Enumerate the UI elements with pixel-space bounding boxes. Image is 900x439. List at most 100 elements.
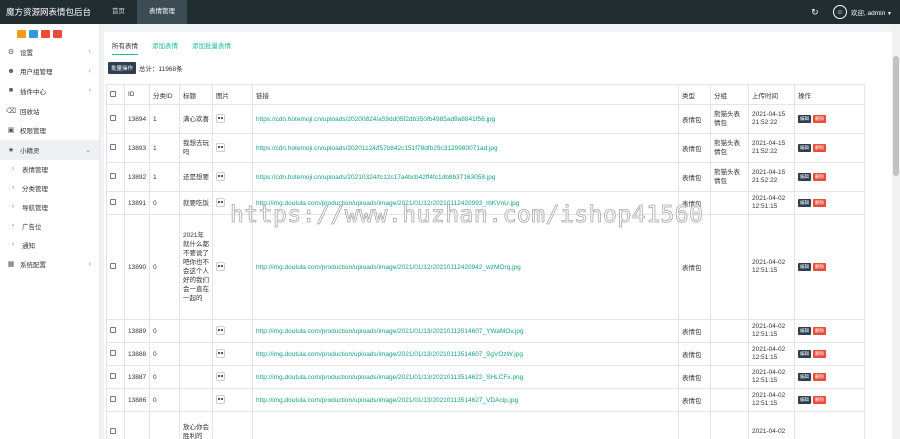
table-row[interactable]: 13887 0 http://img.doutula.com/production/… [106,365,865,389]
delete-button[interactable]: 删除 [813,144,826,152]
cell-link[interactable]: http://img.doutula.com/production/upload… [252,342,679,366]
tab-home[interactable]: 首页 [100,0,137,24]
cell-link[interactable]: http://img.doutula.com/production/upload… [252,191,679,215]
tab-batch-add-emoji[interactable]: 添加批量表情 [192,36,231,54]
sidebar-subitem-emoji[interactable]: › 表情管理 [0,160,99,179]
table-row[interactable]: 放心你会胜利的 2021-04-02 [106,411,865,439]
emoji-thumbnail[interactable] [216,261,225,271]
edit-button[interactable]: 编辑 [798,115,811,123]
row-checkbox-cell[interactable] [106,104,125,134]
checkbox[interactable] [110,144,116,150]
row-checkbox-cell[interactable] [106,319,125,343]
row-checkbox-cell[interactable] [106,388,125,412]
emoji-thumbnail[interactable] [216,197,225,207]
row-checkbox-cell[interactable] [106,342,125,366]
cell-link[interactable]: http://img.doutula.com/production/upload… [252,214,679,320]
scrollbar-thumb[interactable] [893,56,899,176]
sidebar-item-user-groups[interactable]: ☻ 用户组管理 ‹ [0,62,99,82]
sidebar-item-sprite[interactable]: ★ 小精灵 ⌄ [0,139,99,160]
emoji-thumbnail[interactable] [216,394,225,404]
delete-button[interactable]: 删除 [813,263,826,271]
cell-link[interactable]: https://cdn.hotemoji.cn/uploads/20201124… [252,133,679,163]
sidebar-subitem-category[interactable]: › 分类管理 [0,179,99,198]
page-scrollbar[interactable] [892,24,900,439]
row-checkbox-cell[interactable] [106,365,125,389]
checkbox[interactable] [110,373,116,379]
cell-link[interactable]: http://img.doutula.com/production/upload… [252,319,679,343]
checkbox[interactable] [110,263,116,269]
quick-button-1[interactable] [17,30,26,38]
column-header-upload-time[interactable]: 上传时间 [748,84,795,105]
emoji-thumbnail[interactable] [216,348,225,358]
refresh-icon[interactable]: ↻ [805,7,825,18]
avatar[interactable]: ☺ [832,5,847,19]
table-row[interactable]: 13891 0 就要吃饭 http://img.doutula.com/product… [106,191,865,215]
checkbox[interactable] [110,199,116,205]
quick-button-4[interactable] [53,30,62,38]
column-header-link[interactable]: 链接 [252,84,679,105]
row-checkbox-cell[interactable] [106,191,125,215]
delete-button[interactable]: 删除 [813,115,826,123]
edit-button[interactable]: 编辑 [798,327,811,335]
edit-button[interactable]: 编辑 [798,144,811,152]
delete-button[interactable]: 删除 [813,173,826,181]
cell-link[interactable]: https://cdn.hotemoji.cn/uploads/20200824… [252,104,679,134]
checkbox[interactable] [110,396,116,402]
tab-add-emoji[interactable]: 添加表情 [152,36,178,54]
checkbox[interactable] [110,350,116,356]
checkbox[interactable] [110,115,116,121]
column-header-image[interactable]: 图片 [212,84,253,105]
tab-emoji-management[interactable]: 表情管理 [137,0,187,24]
delete-button[interactable]: 删除 [813,396,826,404]
tab-all-emojis[interactable]: 所有表情 [112,36,138,55]
cell-link[interactable]: http://img.doutula.com/production/upload… [252,388,679,412]
sidebar-subitem-nav[interactable]: › 导航管理 [0,198,99,217]
cell-link[interactable]: https://cdn.hotemoji.cn/uploads/20210324… [252,162,679,192]
emoji-thumbnail[interactable] [216,371,225,381]
checkbox[interactable] [110,427,116,434]
sidebar-subitem-ads[interactable]: › 广告位 [0,217,99,236]
column-header-id[interactable]: ID [124,84,150,105]
quick-button-3[interactable] [41,30,50,38]
sidebar-item-permissions[interactable]: ▣ 权限管理 [0,120,99,140]
table-row[interactable]: 13893 1 我想去玩吗 https://cdn.hotemoji.cn/uploa… [106,133,865,163]
table-row[interactable]: 13889 0 http://img.doutula.com/production/… [106,319,865,343]
delete-button[interactable]: 删除 [813,199,826,207]
row-checkbox-cell[interactable] [106,133,125,163]
brand-title[interactable]: 魔方资源网表情包后台 [0,0,100,24]
select-all-checkbox[interactable] [106,84,125,105]
edit-button[interactable]: 编辑 [798,199,811,207]
edit-button[interactable]: 编辑 [798,396,811,404]
quick-button-2[interactable] [29,30,38,38]
column-header-title[interactable]: 标题 [179,84,213,105]
checkbox[interactable] [110,327,116,333]
column-header-type[interactable]: 类型 [678,84,711,105]
edit-button[interactable]: 编辑 [798,173,811,181]
delete-button[interactable]: 删除 [813,327,826,335]
row-checkbox-cell[interactable] [106,214,125,320]
table-row[interactable]: 13886 0 http://img.doutula.com/production/… [106,388,865,412]
edit-button[interactable]: 编辑 [798,373,811,381]
table-row[interactable]: 13892 1 还是想要 https://cdn.hotemoji.cn/upload… [106,162,865,192]
emoji-thumbnail[interactable] [216,325,225,335]
delete-button[interactable]: 删除 [813,350,826,358]
table-row[interactable]: 13888 0 http://img.doutula.com/production/… [106,342,865,366]
sidebar-item-settings[interactable]: ⚙ 设置 ‹ [0,42,99,62]
cell-link[interactable]: http://img.doutula.com/production/upload… [252,365,679,389]
batch-operation-button[interactable]: 批量操作 [108,62,137,74]
emoji-thumbnail[interactable] [216,171,225,181]
edit-button[interactable]: 编辑 [798,350,811,358]
cell-link[interactable] [252,411,679,439]
row-checkbox-cell[interactable] [106,162,125,192]
delete-button[interactable]: 删除 [813,373,826,381]
edit-button[interactable]: 编辑 [798,263,811,271]
checkbox[interactable] [110,90,116,97]
row-checkbox-cell[interactable] [106,411,125,439]
checkbox[interactable] [110,173,116,179]
sidebar-item-system[interactable]: ▦ 系统配置 ‹ [0,255,99,275]
sidebar-subitem-notice[interactable]: › 通知 [0,236,99,255]
sidebar-item-plugins[interactable]: ■ 插件中心 ‹ [0,81,99,101]
column-header-group[interactable]: 分组 [710,84,749,105]
column-header-category-id[interactable]: 分类ID [149,84,180,105]
emoji-thumbnail[interactable] [216,113,225,123]
